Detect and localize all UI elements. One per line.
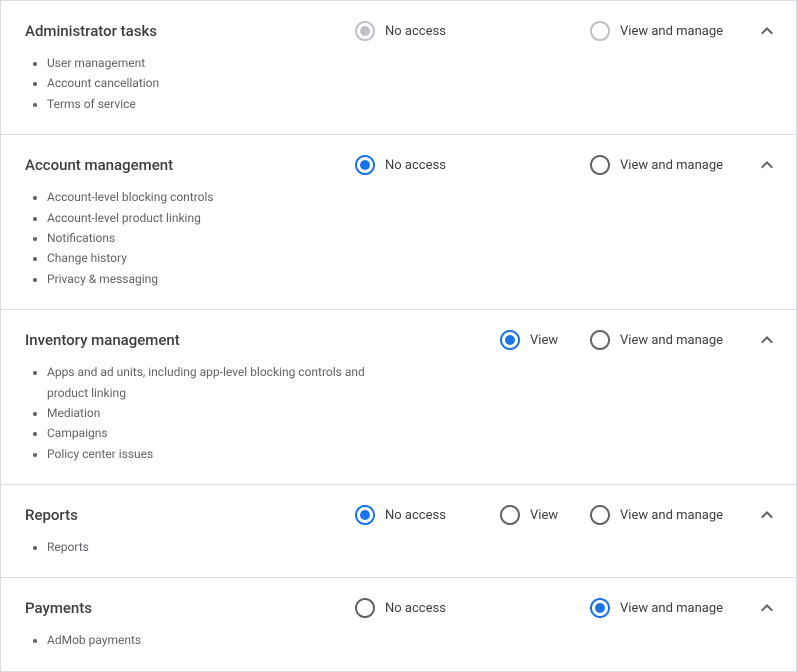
radio-option-view-manage[interactable]: View and manage bbox=[590, 155, 735, 175]
radio-label: No access bbox=[385, 158, 446, 173]
section-title: Inventory management bbox=[25, 331, 355, 349]
radio-label: View and manage bbox=[620, 24, 723, 39]
radio-view[interactable] bbox=[500, 505, 520, 525]
chevron-up-icon[interactable] bbox=[755, 503, 779, 527]
section-title: Payments bbox=[25, 599, 355, 617]
sub-item: Account-level blocking controls bbox=[47, 187, 387, 207]
section-payments: Payments No access View and manage AdM bbox=[1, 577, 796, 670]
radio-label: View and manage bbox=[620, 333, 723, 348]
radio-no-access bbox=[355, 21, 375, 41]
radio-option-no-access[interactable]: No access bbox=[355, 505, 500, 525]
section-title: Reports bbox=[25, 506, 355, 524]
section-title: Administrator tasks bbox=[25, 22, 355, 40]
radio-label: View bbox=[530, 333, 558, 348]
sub-item: Privacy & messaging bbox=[47, 269, 387, 289]
sub-item: User management bbox=[47, 53, 387, 73]
radio-label: No access bbox=[385, 508, 446, 523]
chevron-up-icon[interactable] bbox=[755, 19, 779, 43]
sub-item: AdMob payments bbox=[47, 630, 387, 650]
radio-label: View bbox=[530, 508, 558, 523]
radio-label: View and manage bbox=[620, 508, 723, 523]
radio-view[interactable] bbox=[500, 330, 520, 350]
radio-label: View and manage bbox=[620, 601, 723, 616]
sub-item: Mediation bbox=[47, 403, 387, 423]
radio-view-manage bbox=[590, 21, 610, 41]
radio-option-view-manage: View and manage bbox=[590, 21, 735, 41]
radio-option-view-manage[interactable]: View and manage bbox=[590, 598, 735, 618]
sub-items-list: Apps and ad units, including app-level b… bbox=[25, 362, 772, 464]
sub-item: Account-level product linking bbox=[47, 208, 387, 228]
sub-item: Notifications bbox=[47, 228, 387, 248]
radio-view-manage[interactable] bbox=[590, 505, 610, 525]
section-title: Account management bbox=[25, 156, 355, 174]
radio-option-view-manage[interactable]: View and manage bbox=[590, 505, 735, 525]
section-inventory-management: Inventory management View View and manag… bbox=[1, 309, 796, 484]
radio-option-view-manage[interactable]: View and manage bbox=[590, 330, 735, 350]
radio-option-view[interactable]: View bbox=[500, 505, 590, 525]
radio-view-manage[interactable] bbox=[590, 155, 610, 175]
sub-items-list: Account-level blocking controls Account-… bbox=[25, 187, 772, 289]
radio-label: No access bbox=[385, 24, 446, 39]
radio-view-manage[interactable] bbox=[590, 330, 610, 350]
sub-item: Policy center issues bbox=[47, 444, 387, 464]
radio-label: View and manage bbox=[620, 158, 723, 173]
chevron-up-icon[interactable] bbox=[755, 153, 779, 177]
radio-option-no-access: No access bbox=[355, 21, 500, 41]
radio-no-access[interactable] bbox=[355, 598, 375, 618]
sub-item: Terms of service bbox=[47, 94, 387, 114]
sub-items-list: User management Account cancellation Ter… bbox=[25, 53, 772, 114]
section-administrator-tasks: Administrator tasks No access View and m… bbox=[1, 0, 796, 134]
radio-option-no-access[interactable]: No access bbox=[355, 598, 500, 618]
chevron-up-icon[interactable] bbox=[755, 328, 779, 352]
sub-item: Reports bbox=[47, 537, 387, 557]
radio-option-no-access[interactable]: No access bbox=[355, 155, 500, 175]
radio-label: No access bbox=[385, 601, 446, 616]
sub-items-list: AdMob payments bbox=[25, 630, 772, 650]
radio-view-manage[interactable] bbox=[590, 598, 610, 618]
radio-option-view[interactable]: View bbox=[500, 330, 590, 350]
sub-item: Campaigns bbox=[47, 423, 387, 443]
sub-item: Apps and ad units, including app-level b… bbox=[47, 362, 387, 403]
radio-no-access[interactable] bbox=[355, 505, 375, 525]
sub-item: Account cancellation bbox=[47, 73, 387, 93]
section-reports: Reports No access View View and manage bbox=[1, 484, 796, 577]
radio-no-access[interactable] bbox=[355, 155, 375, 175]
section-account-management: Account management No access View and ma… bbox=[1, 134, 796, 309]
sub-items-list: Reports bbox=[25, 537, 772, 557]
sub-item: Change history bbox=[47, 248, 387, 268]
chevron-up-icon[interactable] bbox=[755, 596, 779, 620]
